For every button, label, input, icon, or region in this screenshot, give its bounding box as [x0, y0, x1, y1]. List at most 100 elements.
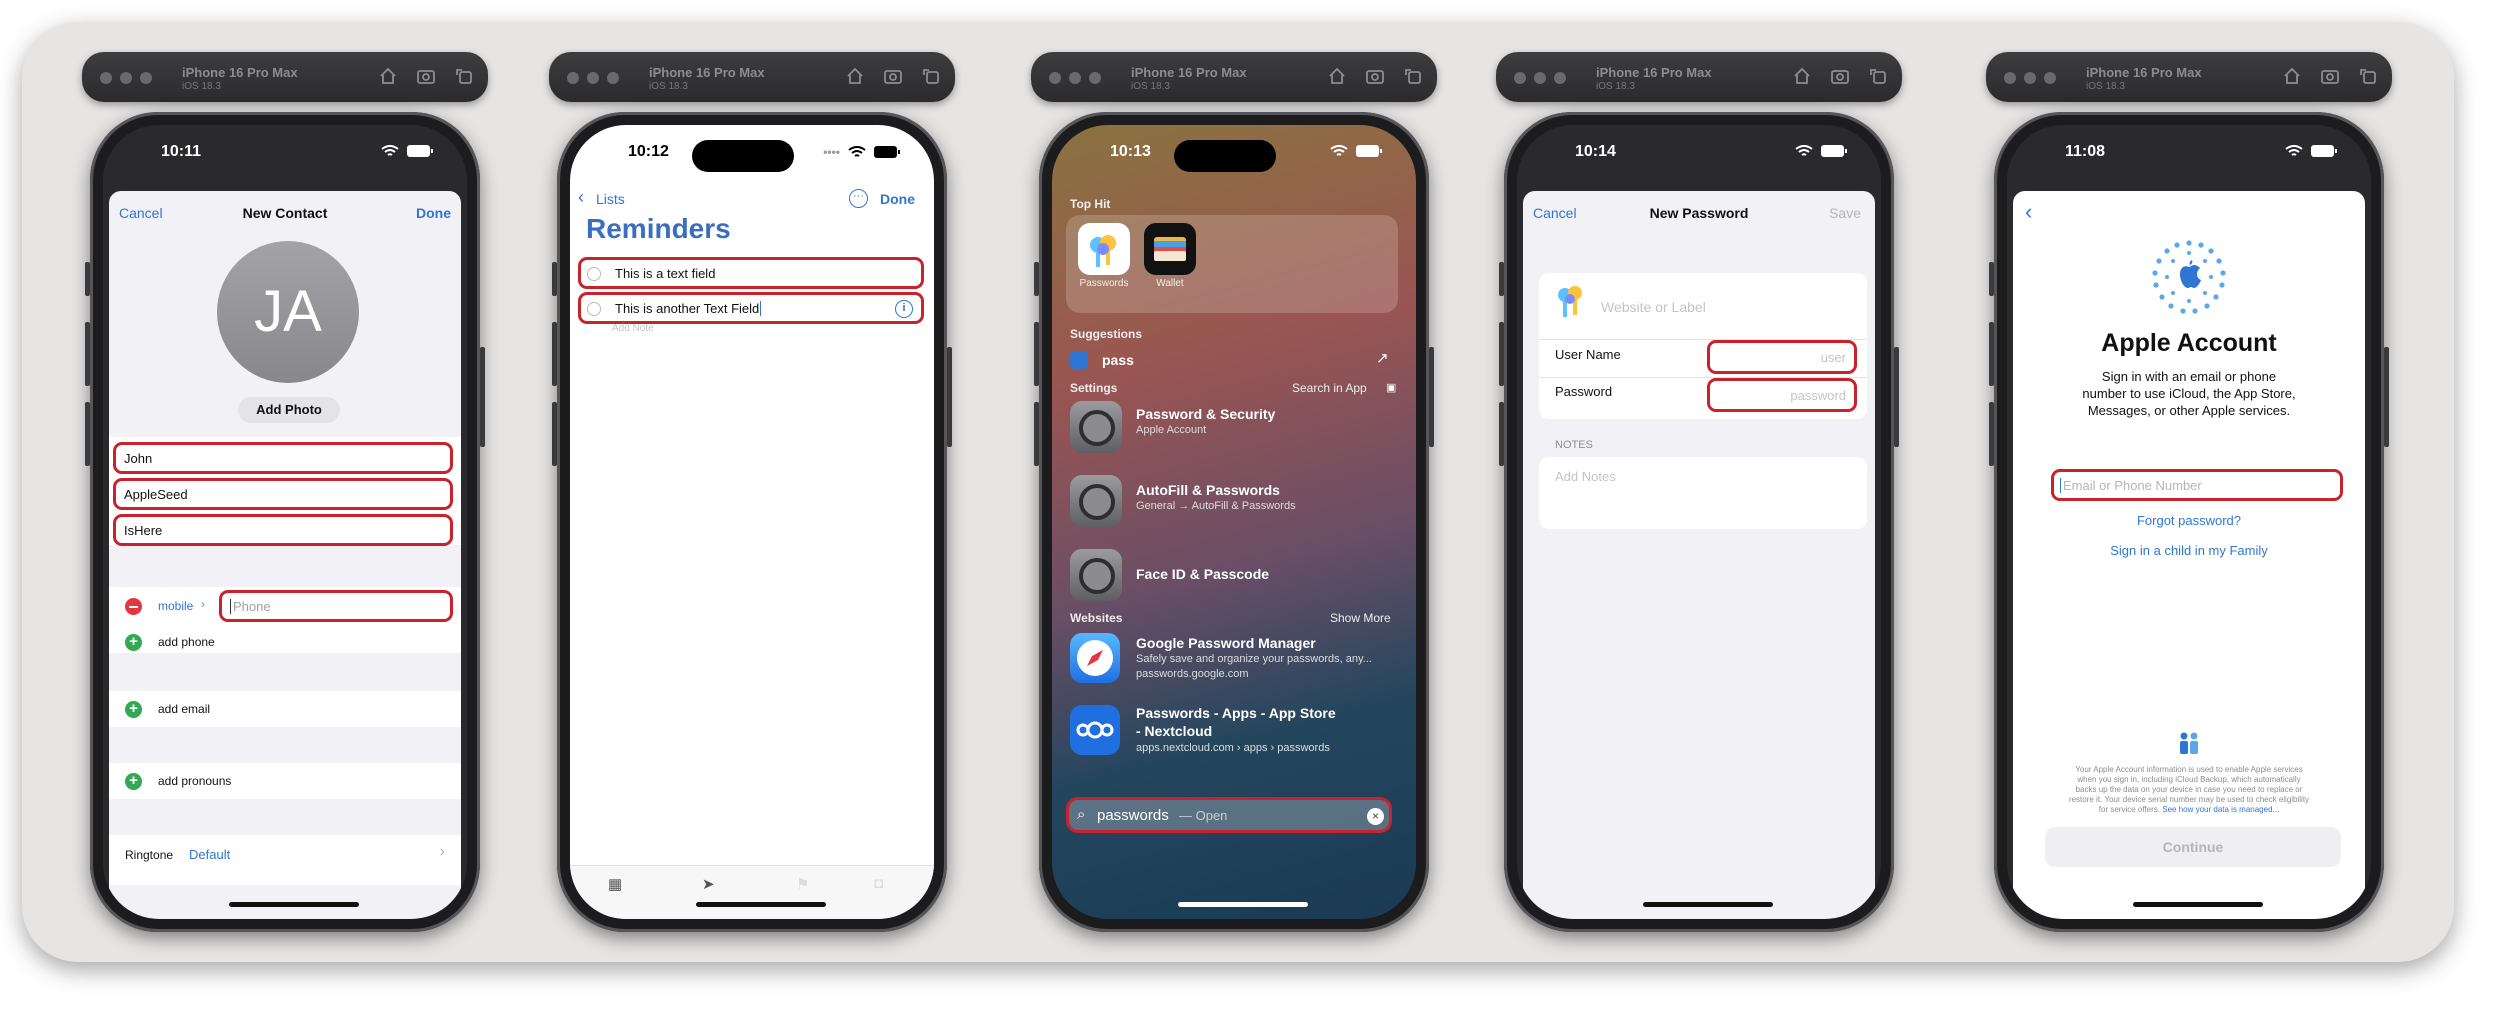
- privacy-link[interactable]: See how your data is managed...: [2162, 805, 2279, 814]
- reminder-row-2[interactable]: This is another Text Field i: [578, 292, 924, 324]
- phone-field[interactable]: Phone: [219, 590, 453, 622]
- show-more-link[interactable]: Show More: [1330, 611, 1391, 625]
- nextcloud-icon: [1070, 705, 1120, 755]
- cellular-dots-icon: ••••: [823, 145, 840, 159]
- website-result-title[interactable]: Passwords - Apps - App Store: [1136, 705, 1336, 721]
- home-indicator[interactable]: [1178, 902, 1308, 907]
- apple-account-sheet: ‹ Apple Account Sign in with an email or…: [2013, 191, 2365, 919]
- rotate-icon[interactable]: [1868, 66, 1888, 86]
- zoom-window-icon[interactable]: [140, 72, 152, 84]
- spotlight-search-field[interactable]: ⌕ passwords — Open ×: [1066, 797, 1392, 833]
- rotate-icon[interactable]: [454, 66, 474, 86]
- remove-phone-icon[interactable]: [125, 598, 142, 615]
- location-arrow-icon[interactable]: ➤: [702, 875, 715, 893]
- home-indicator[interactable]: [2133, 902, 2263, 907]
- notes-field[interactable]: Add Notes: [1555, 469, 1616, 484]
- zoom-window-icon[interactable]: [2044, 72, 2056, 84]
- website-label-field[interactable]: Website or Label: [1601, 299, 1706, 315]
- screenshot-icon[interactable]: [883, 66, 903, 86]
- chevron-left-icon[interactable]: ‹: [578, 187, 584, 208]
- passwords-app-icon[interactable]: [1078, 223, 1130, 275]
- add-email-icon[interactable]: +: [125, 701, 142, 718]
- wallet-app-icon[interactable]: [1144, 223, 1196, 275]
- zoom-window-icon[interactable]: [1089, 72, 1101, 84]
- ringtone-value[interactable]: Default: [189, 847, 230, 862]
- done-button[interactable]: Done: [880, 191, 915, 207]
- settings-result-subtitle: Apple Account: [1136, 424, 1207, 436]
- zoom-window-icon[interactable]: [1554, 72, 1566, 84]
- reminder-row-1[interactable]: This is a text field: [578, 257, 924, 289]
- add-photo-button[interactable]: Add Photo: [238, 397, 340, 423]
- phone-label-selector[interactable]: mobile: [158, 599, 193, 613]
- checkbox-circle-icon[interactable]: [587, 302, 601, 316]
- home-icon[interactable]: [1792, 66, 1812, 86]
- add-pronouns-button[interactable]: add pronouns: [158, 774, 231, 788]
- add-note-placeholder[interactable]: Add Note: [612, 323, 654, 334]
- home-icon[interactable]: [2282, 66, 2302, 86]
- zoom-window-icon[interactable]: [607, 72, 619, 84]
- add-phone-icon[interactable]: +: [125, 634, 142, 651]
- screenshot-icon[interactable]: [416, 66, 436, 86]
- rotate-icon[interactable]: [1403, 66, 1423, 86]
- minimize-window-icon[interactable]: [1534, 72, 1546, 84]
- back-to-lists-button[interactable]: Lists: [596, 191, 625, 207]
- rotate-icon[interactable]: [2358, 66, 2378, 86]
- user-name-field[interactable]: user: [1707, 340, 1857, 374]
- home-indicator[interactable]: [229, 902, 359, 907]
- add-email-button[interactable]: add email: [158, 702, 210, 716]
- search-in-app-link[interactable]: Search in App: [1292, 381, 1367, 395]
- close-window-icon[interactable]: [1514, 72, 1526, 84]
- home-indicator[interactable]: [1643, 902, 1773, 907]
- email-or-phone-field[interactable]: Email or Phone Number: [2051, 469, 2343, 501]
- minimize-window-icon[interactable]: [587, 72, 599, 84]
- company-field[interactable]: IsHere: [113, 514, 453, 546]
- home-icon[interactable]: [1327, 66, 1347, 86]
- clear-search-icon[interactable]: ×: [1367, 808, 1384, 825]
- screenshot-icon[interactable]: [2320, 66, 2340, 86]
- settings-result-title[interactable]: Password & Security: [1136, 406, 1275, 422]
- calendar-icon[interactable]: ▦: [608, 875, 622, 893]
- checkbox-circle-icon[interactable]: [587, 267, 601, 281]
- password-field[interactable]: password: [1707, 378, 1857, 412]
- add-pronouns-icon[interactable]: +: [125, 773, 142, 790]
- sign-in-child-link[interactable]: Sign in a child in my Family: [2013, 543, 2365, 558]
- minimize-window-icon[interactable]: [2024, 72, 2036, 84]
- search-query[interactable]: passwords: [1097, 807, 1169, 824]
- info-icon[interactable]: i: [895, 300, 913, 318]
- arrow-up-right-icon[interactable]: ↗: [1376, 349, 1389, 367]
- minimize-window-icon[interactable]: [1069, 72, 1081, 84]
- password-placeholder: password: [1790, 388, 1846, 403]
- last-name-field[interactable]: AppleSeed: [113, 478, 453, 510]
- reminder-text-field[interactable]: This is a text field: [615, 266, 715, 281]
- minimize-window-icon[interactable]: [120, 72, 132, 84]
- simulator-toolbar: iPhone 16 Pro Max iOS 18.3: [1496, 52, 1902, 102]
- camera-icon[interactable]: ◘: [874, 875, 883, 892]
- settings-result-title[interactable]: Face ID & Passcode: [1136, 566, 1269, 582]
- chevron-left-icon[interactable]: ‹: [2025, 199, 2032, 225]
- close-window-icon[interactable]: [1049, 72, 1061, 84]
- home-indicator[interactable]: [696, 902, 826, 907]
- flag-icon[interactable]: ⚑: [796, 875, 809, 893]
- settings-gear-icon: [1070, 549, 1122, 601]
- settings-result-title[interactable]: AutoFill & Passwords: [1136, 482, 1280, 498]
- home-icon[interactable]: [378, 66, 398, 86]
- save-button[interactable]: Save: [1829, 205, 1861, 221]
- home-icon[interactable]: [845, 66, 865, 86]
- avatar[interactable]: JA: [217, 241, 359, 383]
- continue-button[interactable]: Continue: [2045, 827, 2341, 867]
- first-name-field[interactable]: John: [113, 442, 453, 474]
- forgot-password-link[interactable]: Forgot password?: [2013, 513, 2365, 528]
- done-button[interactable]: Done: [416, 205, 451, 221]
- add-phone-button[interactable]: add phone: [158, 635, 215, 649]
- rotate-icon[interactable]: [921, 66, 941, 86]
- website-result-title[interactable]: Google Password Manager: [1136, 635, 1316, 651]
- close-window-icon[interactable]: [567, 72, 579, 84]
- suggestion-item[interactable]: pass: [1102, 352, 1134, 368]
- more-options-icon[interactable]: ···: [849, 189, 868, 208]
- close-window-icon[interactable]: [2004, 72, 2016, 84]
- screenshot-icon[interactable]: [1365, 66, 1385, 86]
- reminder-text-field[interactable]: This is another Text Field: [615, 301, 762, 316]
- close-window-icon[interactable]: [100, 72, 112, 84]
- screenshot-icon[interactable]: [1830, 66, 1850, 86]
- os-version: iOS 18.3: [649, 81, 688, 92]
